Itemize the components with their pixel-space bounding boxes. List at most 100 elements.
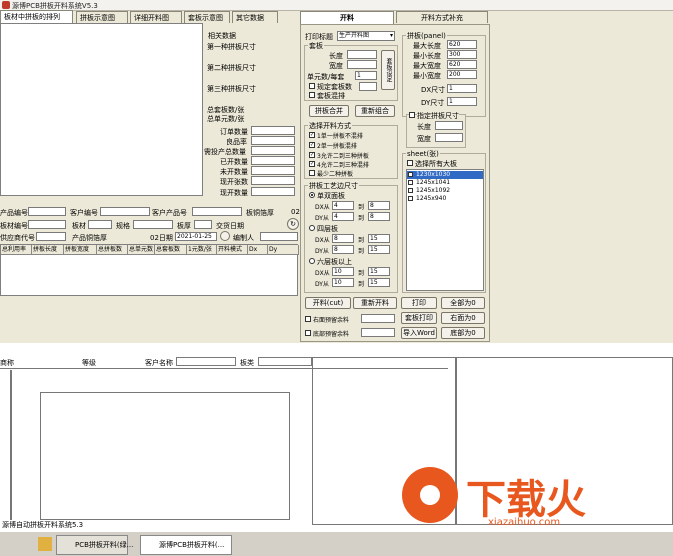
two-layer-label: 单双面板 [317, 192, 345, 200]
tab-other-data[interactable]: 其它数据 [232, 11, 278, 23]
dx-from-1[interactable]: 4 [332, 201, 354, 210]
fixed-set-count-checkbox[interactable] [309, 83, 315, 89]
method-4-checkbox[interactable]: ✓ [309, 161, 315, 167]
set-width-field[interactable] [347, 60, 377, 69]
select-all-sheets-checkbox[interactable] [407, 160, 413, 166]
max-length-field[interactable]: 620 [447, 40, 477, 49]
col-sets: 总套板数 [155, 245, 187, 255]
order-qty-field[interactable] [251, 126, 295, 135]
board-type-field[interactable] [258, 357, 312, 366]
fixed-width-field[interactable] [435, 133, 463, 142]
dy-to-2[interactable]: 15 [368, 245, 390, 254]
tab-cut[interactable]: 开料 [300, 11, 394, 24]
board-thick-field[interactable] [194, 220, 212, 229]
method-5-checkbox[interactable] [309, 170, 315, 176]
edge-group-title: 拼板工艺边尺寸 [308, 181, 359, 191]
title-bar: 源博PCB拼板开料系统V5.3 [0, 0, 673, 11]
fixed-panel-checkbox[interactable] [409, 112, 415, 118]
max-width-field[interactable]: 620 [447, 60, 477, 69]
customer-product-field[interactable] [192, 207, 242, 216]
second-panel-size-label: 第二种拼板尺寸 [207, 64, 256, 72]
fixed-length-field[interactable] [435, 121, 463, 130]
dx-to-2[interactable]: 15 [368, 234, 390, 243]
taskbar-item-1[interactable]: PCB拼板开料(绿... [56, 535, 133, 555]
current-qty-label: 现开数量 [220, 189, 248, 197]
bottom-keep-checkbox[interactable] [305, 330, 311, 336]
dx-to-3[interactable]: 15 [368, 267, 390, 276]
start-icon[interactable] [2, 535, 28, 555]
dy-from-2[interactable]: 8 [332, 245, 354, 254]
taskbar: PCB拼板开料(绿... 源博PCB拼板开料(... [0, 531, 673, 556]
sheet-item-2[interactable]: 1245x1041 [407, 179, 483, 187]
edge-group: 拼板工艺边尺寸 单双面板 DX从 4 到 8 DY从 4 到 8 四层板 DX从… [304, 181, 398, 293]
dy-size-label: DY尺寸 [421, 99, 445, 107]
six-layer-label: 六层板以上 [317, 258, 352, 266]
dy-to-1[interactable]: 8 [368, 212, 390, 221]
product-no-field[interactable] [28, 207, 66, 216]
yield-label: 良品率 [226, 138, 247, 146]
dy-size-field[interactable]: 1 [447, 97, 477, 106]
method-1-checkbox[interactable]: ✓ [309, 132, 315, 138]
unopened-qty-field[interactable] [251, 166, 295, 175]
dy-to-3[interactable]: 15 [368, 278, 390, 287]
current-sheets-field[interactable] [251, 176, 295, 185]
recut-button[interactable]: 重新开料 [353, 297, 397, 309]
bottom-zero-button[interactable]: 底部为0 [441, 327, 485, 339]
dx-to-1[interactable]: 8 [368, 201, 390, 210]
material-field[interactable] [88, 220, 112, 229]
bottom-keep-field[interactable] [361, 328, 395, 337]
tab-cut-diagram[interactable]: 详细开料图 [130, 11, 182, 23]
right-zero-button[interactable]: 右面为0 [441, 312, 485, 324]
dy-from-3[interactable]: 10 [332, 278, 354, 287]
tab-method-supplement[interactable]: 开料方式补充 [396, 11, 488, 23]
units-per-set-field[interactable]: 1 [355, 71, 377, 80]
editor-field[interactable] [260, 232, 298, 241]
refresh-button[interactable]: ↻ [287, 218, 299, 230]
print-title-select[interactable]: 生产开料图 ▾ [337, 31, 395, 41]
two-layer-radio[interactable] [309, 192, 315, 198]
recombine-button[interactable]: 重新组合 [355, 105, 395, 117]
method-2-checkbox[interactable]: ✓ [309, 142, 315, 148]
supplier-field[interactable] [36, 232, 66, 241]
set-mixed-checkbox[interactable] [309, 92, 315, 98]
method-3-checkbox[interactable]: ✓ [309, 152, 315, 158]
opened-qty-field[interactable] [251, 156, 295, 165]
sheet-item-1[interactable]: 1230x1030 [407, 171, 483, 179]
customer-no-field[interactable] [100, 207, 150, 216]
dy-from-1[interactable]: 4 [332, 212, 354, 221]
tab-set-diagram[interactable]: 套板示意图 [184, 11, 230, 23]
date-field[interactable]: 2021-01-25 [175, 232, 217, 241]
min-length-field[interactable]: 300 [447, 50, 477, 59]
right-keep-field[interactable] [361, 314, 395, 323]
date-picker-button[interactable] [220, 231, 230, 241]
spec-field[interactable] [133, 220, 173, 229]
yield-field[interactable] [251, 136, 295, 145]
tab-panel-diagram[interactable]: 拼板示意图 [76, 11, 128, 23]
current-qty-field[interactable] [251, 187, 295, 196]
four-layer-radio[interactable] [309, 225, 315, 231]
set-length-field[interactable] [347, 50, 377, 59]
set-print-button[interactable]: 套板打印 [401, 312, 437, 324]
dx-from-3[interactable]: 10 [332, 267, 354, 276]
sheet-item-4[interactable]: 1245x940 [407, 195, 483, 203]
refresh-icon: ↻ [290, 220, 296, 228]
fixed-set-count-field[interactable] [359, 82, 377, 91]
dx-size-field[interactable]: 1 [447, 84, 477, 93]
customer-name-field[interactable] [176, 357, 236, 366]
sheet-item-3[interactable]: 1245x1092 [407, 187, 483, 195]
tab-arrangement[interactable]: 板材中拼板的排列 [0, 10, 73, 23]
set-config-button[interactable]: 套板设定 [381, 50, 395, 90]
merge-panels-button[interactable]: 拼板合并 [309, 105, 349, 117]
material-no-field[interactable] [28, 220, 66, 229]
six-layer-radio[interactable] [309, 258, 315, 264]
taskbar-item-2[interactable]: 源博PCB拼板开料(... [140, 535, 232, 555]
dx-from-2[interactable]: 8 [332, 234, 354, 243]
required-qty-field[interactable] [251, 146, 295, 155]
right-keep-checkbox[interactable] [305, 316, 311, 322]
folder-icon[interactable] [38, 537, 52, 551]
all-zero-button[interactable]: 全部为0 [441, 297, 485, 309]
cut-button[interactable]: 开料(cut) [305, 297, 351, 309]
min-width-field[interactable]: 200 [447, 70, 477, 79]
print-button[interactable]: 打印 [401, 297, 437, 309]
export-word-button[interactable]: 导入Word [401, 327, 437, 339]
